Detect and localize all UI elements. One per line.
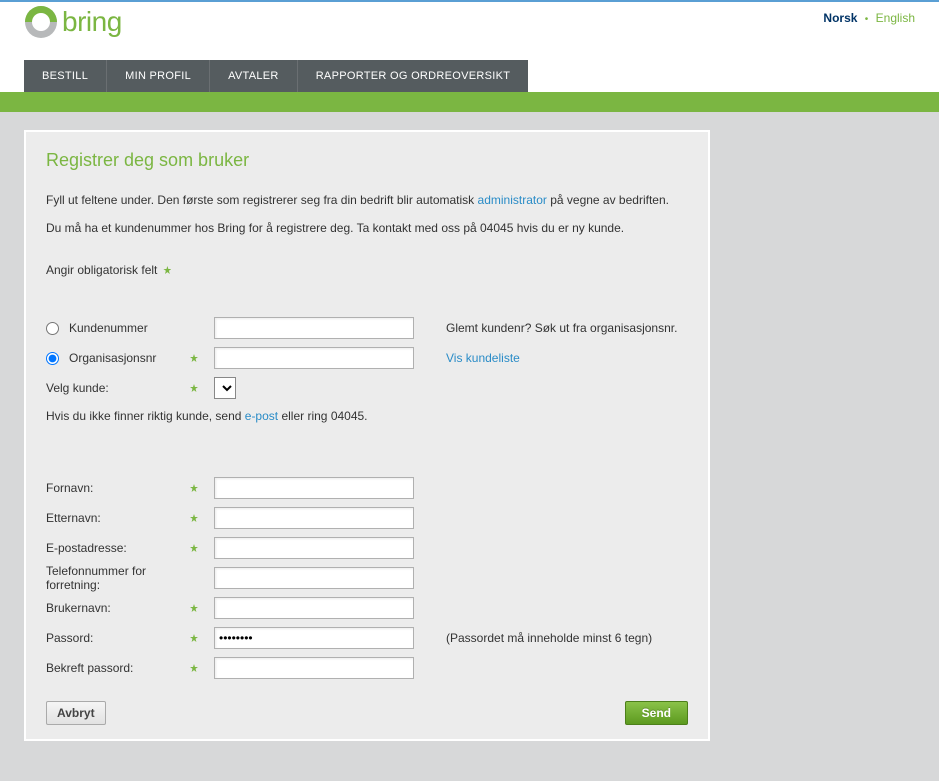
row-epost: E-postadresse: <box>46 533 688 563</box>
accent-bar <box>0 92 939 112</box>
row-brukernavn: Brukernavn: <box>46 593 688 623</box>
registration-form: Registrer deg som bruker Fyll ut feltene… <box>24 130 710 741</box>
star-icon <box>190 664 198 672</box>
help-b: eller ring 04045. <box>278 409 367 423</box>
main-nav: BESTILL MIN PROFIL AVTALER RAPPORTER OG … <box>0 60 939 92</box>
radio-organisasjonsnr[interactable] <box>46 352 59 365</box>
star-icon <box>190 604 198 612</box>
label-organisasjonsnr: Organisasjonsnr <box>69 351 156 365</box>
input-organisasjonsnr[interactable] <box>214 347 414 369</box>
button-row: Avbryt Send <box>46 701 688 725</box>
mandatory-note: Angir obligatorisk felt <box>46 263 688 277</box>
intro-line-2: Du må ha et kundenummer hos Bring for å … <box>46 221 688 235</box>
star-icon <box>163 266 171 274</box>
row-kundenummer: Kundenummer Glemt kundenr? Søk ut fra or… <box>46 313 688 343</box>
label-kundenummer: Kundenummer <box>69 321 148 335</box>
row-etternavn: Etternavn: <box>46 503 688 533</box>
cancel-button[interactable]: Avbryt <box>46 701 106 725</box>
logo-icon <box>24 5 58 39</box>
input-bekreft-passord[interactable] <box>214 657 414 679</box>
star-icon <box>190 484 198 492</box>
star-icon <box>190 544 198 552</box>
password-hint: (Passordet må inneholde minst 6 tegn) <box>436 631 652 645</box>
row-fornavn: Fornavn: <box>46 473 688 503</box>
label-telefon: Telefonnummer for forretning: <box>46 564 202 592</box>
content-area: Registrer deg som bruker Fyll ut feltene… <box>0 112 939 781</box>
row-velg-kunde: Velg kunde: <box>46 373 688 403</box>
mandatory-text: Angir obligatorisk felt <box>46 263 157 277</box>
help-a: Hvis du ikke finner riktig kunde, send <box>46 409 245 423</box>
star-icon <box>190 634 198 642</box>
select-kunde[interactable] <box>214 377 236 399</box>
label-fornavn: Fornavn: <box>46 481 93 495</box>
lang-active[interactable]: Norsk <box>823 11 857 25</box>
input-passord[interactable] <box>214 627 414 649</box>
input-etternavn[interactable] <box>214 507 414 529</box>
radio-kundenummer[interactable] <box>46 322 59 335</box>
page-title: Registrer deg som bruker <box>46 150 688 171</box>
lang-separator: • <box>861 14 873 25</box>
header: bring Norsk • English <box>0 2 939 60</box>
input-fornavn[interactable] <box>214 477 414 499</box>
star-icon <box>190 384 198 392</box>
label-passord: Passord: <box>46 631 93 645</box>
label-bekreft-passord: Bekreft passord: <box>46 661 133 675</box>
row-telefon: Telefonnummer for forretning: <box>46 563 688 593</box>
row-organisasjonsnr: Organisasjonsnr Vis kundeliste <box>46 343 688 373</box>
row-bekreft-passord: Bekreft passord: <box>46 653 688 683</box>
input-epost[interactable] <box>214 537 414 559</box>
label-epost: E-postadresse: <box>46 541 127 555</box>
star-icon <box>190 354 198 362</box>
forgot-kundenr-text: Glemt kundenr? Søk ut fra organisasjonsn… <box>436 321 677 335</box>
label-velg-kunde: Velg kunde: <box>46 381 109 395</box>
nav-bestill[interactable]: BESTILL <box>24 60 107 92</box>
vis-kundeliste-link[interactable]: Vis kundeliste <box>446 351 520 365</box>
star-icon <box>190 514 198 522</box>
nav-rapporter[interactable]: RAPPORTER OG ORDREOVERSIKT <box>298 60 529 92</box>
intro-line-1: Fyll ut feltene under. Den første som re… <box>46 193 688 207</box>
language-switcher: Norsk • English <box>823 5 915 25</box>
administrator-link[interactable]: administrator <box>478 193 547 207</box>
input-brukernavn[interactable] <box>214 597 414 619</box>
send-button[interactable]: Send <box>625 701 688 725</box>
epost-link[interactable]: e-post <box>245 409 278 423</box>
intro1-b: på vegne av bedriften. <box>547 193 669 207</box>
label-brukernavn: Brukernavn: <box>46 601 111 615</box>
input-telefon[interactable] <box>214 567 414 589</box>
intro1-a: Fyll ut feltene under. Den første som re… <box>46 193 478 207</box>
input-kundenummer[interactable] <box>214 317 414 339</box>
lang-other[interactable]: English <box>876 11 915 25</box>
logo-text: bring <box>62 6 122 38</box>
nav-min-profil[interactable]: MIN PROFIL <box>107 60 210 92</box>
help-line: Hvis du ikke finner riktig kunde, send e… <box>46 409 688 423</box>
row-passord: Passord: (Passordet må inneholde minst 6… <box>46 623 688 653</box>
nav-avtaler[interactable]: AVTALER <box>210 60 298 92</box>
logo[interactable]: bring <box>24 5 122 39</box>
label-etternavn: Etternavn: <box>46 511 101 525</box>
